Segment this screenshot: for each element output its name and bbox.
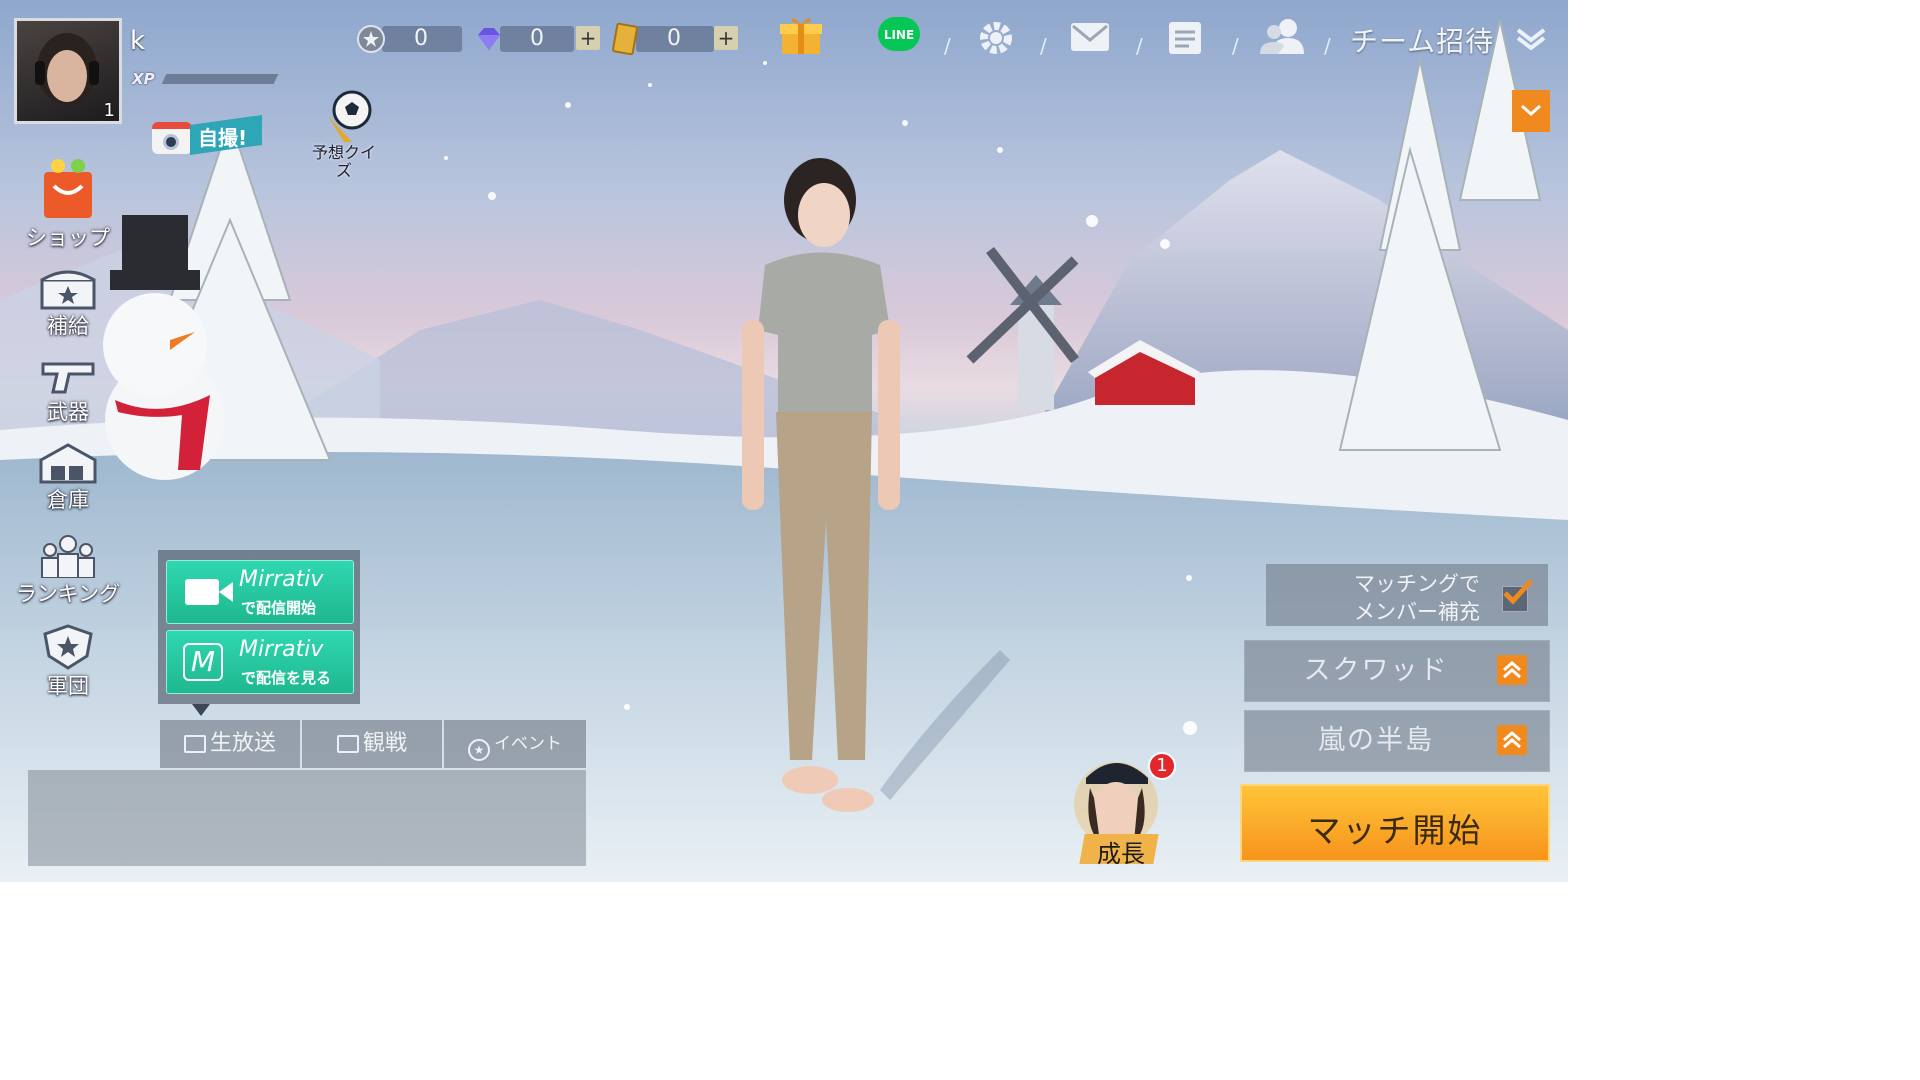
mirrativ-watch-stream-button[interactable]: M Mirrativ で配信を見る xyxy=(166,630,354,694)
match-fill-checkbox[interactable] xyxy=(1502,579,1533,612)
sidebar-item-ranking[interactable]: ランキング xyxy=(12,534,124,608)
add-vouchers-button[interactable]: + xyxy=(714,26,738,50)
growth-button[interactable]: 1 成長 xyxy=(1060,738,1176,868)
chevron-up-icon xyxy=(1497,725,1527,755)
xp-bar xyxy=(161,74,279,84)
sidebar-item-label: ランキング xyxy=(15,582,121,606)
chevron-down-icon xyxy=(1521,104,1541,117)
start-match-button[interactable]: マッチ開始 xyxy=(1240,784,1550,862)
tab-label: 生放送 xyxy=(209,731,276,756)
separator: / xyxy=(944,34,951,58)
sidebar-item-legion[interactable]: 軍団 xyxy=(12,624,124,700)
match-fill-toggle[interactable]: マッチングで メンバー補充 xyxy=(1266,564,1548,626)
sidebar-item-warehouse[interactable]: 倉庫 xyxy=(12,442,124,514)
supply-chest-icon xyxy=(40,270,96,310)
expand-panel-button[interactable] xyxy=(1512,90,1550,132)
mode-squad-selector[interactable]: スクワッド xyxy=(1244,640,1550,702)
coin-icon xyxy=(357,25,385,53)
mirrativ-brand: Mirrativ xyxy=(239,567,324,592)
match-fill-line2: メンバー補充 xyxy=(1354,600,1480,624)
map-selector[interactable]: 嵐の半島 xyxy=(1244,710,1550,772)
gift-icon[interactable] xyxy=(778,14,824,56)
tab-live[interactable]: 生放送 xyxy=(160,720,300,768)
separator: / xyxy=(1040,34,1047,58)
video-camera-icon xyxy=(185,579,233,605)
mirrativ-start-label: で配信開始 xyxy=(241,599,317,617)
mail-icon[interactable] xyxy=(1070,22,1110,52)
warehouse-icon xyxy=(39,443,97,484)
sidebar-item-supply[interactable]: 補給 xyxy=(12,266,124,340)
legion-shield-icon xyxy=(43,624,93,670)
notification-badge: 1 xyxy=(1148,752,1176,780)
mirrativ-watch-label: で配信を見る xyxy=(241,669,332,687)
player-name: k xyxy=(130,26,146,56)
diamond-icon xyxy=(478,28,500,50)
tab-watch[interactable]: 観戦 xyxy=(302,720,442,768)
map-label: 嵐の半島 xyxy=(1318,725,1434,756)
tab-event[interactable]: ★ イベント xyxy=(444,720,586,768)
ranking-people-icon xyxy=(41,535,95,578)
trophy-ball-icon xyxy=(328,90,372,142)
add-diamonds-button[interactable]: + xyxy=(576,26,600,50)
mirrativ-logo-icon: M xyxy=(183,643,223,681)
mode-squad-label: スクワッド xyxy=(1303,655,1449,686)
friends-icon[interactable] xyxy=(1258,16,1306,56)
sidebar-item-label: 倉庫 xyxy=(47,488,89,512)
clipboard-icon[interactable] xyxy=(1166,18,1204,56)
play-icon xyxy=(336,735,359,753)
separator: / xyxy=(1232,34,1239,58)
team-invite-button[interactable]: チーム招待 xyxy=(1350,20,1494,60)
star-circle-icon: ★ xyxy=(468,739,490,761)
tab-label: 観戦 xyxy=(362,731,407,756)
separator: / xyxy=(1136,34,1143,58)
tab-label: イベント xyxy=(494,734,562,754)
match-fill-line1: マッチングで xyxy=(1354,572,1480,596)
growth-label: 成長 xyxy=(1097,840,1145,868)
voucher-icon xyxy=(612,22,638,56)
xp-label: XP xyxy=(132,70,155,88)
mirrativ-start-stream-button[interactable]: Mirrativ で配信開始 xyxy=(166,560,354,624)
check-icon xyxy=(1503,579,1533,605)
diamond-count: 0 xyxy=(530,26,544,51)
start-match-label: マッチ開始 xyxy=(1307,811,1483,850)
line-logo-text: LINE xyxy=(883,28,915,42)
separator: / xyxy=(1324,34,1331,58)
prediction-quiz-button[interactable]: 予想クイズ xyxy=(306,86,382,182)
sidebar-item-shop[interactable]: ショップ xyxy=(12,156,124,252)
selfie-label: 自撮! xyxy=(198,126,248,150)
chat-box[interactable] xyxy=(28,770,586,866)
coin-count: 0 xyxy=(414,26,428,51)
sidebar-item-label: 武器 xyxy=(47,400,89,424)
line-share-button[interactable]: LINE xyxy=(878,17,920,51)
voucher-count: 0 xyxy=(667,26,681,51)
sidebar-item-label: 補給 xyxy=(47,314,89,338)
chevron-down-icon[interactable] xyxy=(1514,26,1548,52)
badge-count: 1 xyxy=(1156,755,1168,776)
gun-icon xyxy=(41,362,95,394)
pointer-triangle-icon xyxy=(192,704,210,716)
sidebar-item-label: ショップ xyxy=(26,226,110,250)
quiz-label: 予想クイズ xyxy=(311,143,376,180)
player-level: 1 xyxy=(103,100,115,121)
chevron-up-icon xyxy=(1497,655,1527,685)
gear-icon[interactable] xyxy=(976,18,1016,58)
sidebar-item-label: 軍団 xyxy=(47,674,89,698)
selfie-button[interactable]: 自撮! xyxy=(152,114,262,158)
sidebar-item-weapons[interactable]: 武器 xyxy=(12,356,124,426)
player-avatar[interactable]: 1 xyxy=(14,18,122,124)
camera-icon xyxy=(152,122,192,154)
game-lobby-scene: 1 k XP 自撮! 予想クイズ 0 0 + 0 + LINE / / / / … xyxy=(0,0,1568,882)
shop-bag-icon xyxy=(44,159,92,218)
tv-icon xyxy=(183,735,206,753)
mirrativ-brand: Mirrativ xyxy=(239,637,324,662)
